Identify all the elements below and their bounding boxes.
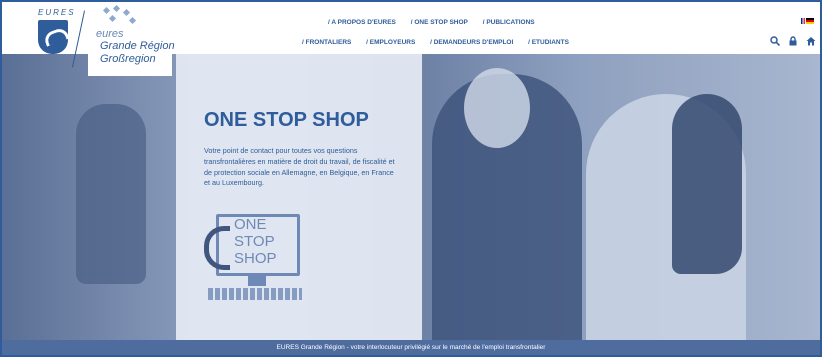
logo-divider — [71, 10, 86, 68]
tagline-text: EURES Grande Région - votre interlocuteu… — [276, 344, 546, 351]
monitor-stand — [248, 276, 266, 286]
logo-region-de: Großregion — [100, 53, 156, 65]
icon-text-line1: ONE — [234, 216, 267, 233]
language-flags[interactable] — [801, 18, 814, 24]
man-head — [464, 68, 530, 148]
icon-text-line2: STOP — [234, 233, 275, 250]
eures-shield-icon — [38, 20, 68, 54]
main-nav-primary: / A PROPOS D'EURES / ONE STOP SHOP / PUB… — [328, 19, 548, 26]
nav-a-propos[interactable]: / A PROPOS D'EURES — [328, 19, 396, 26]
nav-one-stop-shop[interactable]: / ONE STOP SHOP — [411, 19, 468, 26]
nav-demandeurs[interactable]: / DEMANDEURS D'EMPLOI — [430, 39, 513, 46]
page-frame: EURES eures Grande Région Großregion / A… — [0, 0, 822, 357]
flag-fr-icon[interactable] — [801, 18, 805, 24]
icon-text-line3: SHOP — [234, 250, 277, 267]
logo-region-fr: Grande Région — [100, 40, 175, 52]
one-stop-shop-icon: ONE STOP SHOP — [204, 206, 306, 306]
hero-description: Votre point de contact pour toutes vos q… — [204, 146, 395, 188]
tagline-bar: EURES Grande Région - votre interlocuteu… — [2, 340, 820, 355]
nav-etudiants[interactable]: / ETUDIANTS — [528, 39, 569, 46]
woman-hair — [672, 94, 742, 274]
header-tools — [770, 36, 816, 47]
main-nav-secondary: / FRONTALIERS / EMPLOYEURS / DEMANDEURS … — [302, 39, 582, 46]
hero-panel: ONE STOP SHOP Votre point de contact pou… — [176, 54, 422, 340]
flag-de-icon[interactable] — [806, 18, 814, 24]
phone-icon — [204, 226, 230, 270]
nav-frontaliers[interactable]: / FRONTALIERS — [302, 39, 351, 46]
nav-employeurs[interactable]: / EMPLOYEURS — [366, 39, 415, 46]
logo-top-text: EURES — [38, 8, 76, 17]
keyboard-icon — [208, 288, 302, 300]
nav-publications[interactable]: / PUBLICATIONS — [483, 19, 535, 26]
home-icon[interactable] — [806, 36, 816, 46]
logo-eures-word: eures — [96, 28, 124, 40]
hero-title: ONE STOP SHOP — [204, 109, 369, 131]
search-icon[interactable] — [770, 36, 781, 47]
icon-text: ONE STOP SHOP — [234, 216, 277, 267]
stars-icon — [100, 4, 140, 26]
lock-icon[interactable] — [788, 36, 798, 46]
site-header: EURES eures Grande Région Großregion / A… — [2, 2, 820, 76]
mannequin-figure — [76, 104, 146, 284]
eures-logo[interactable]: EURES eures Grande Région Großregion — [16, 4, 176, 76]
